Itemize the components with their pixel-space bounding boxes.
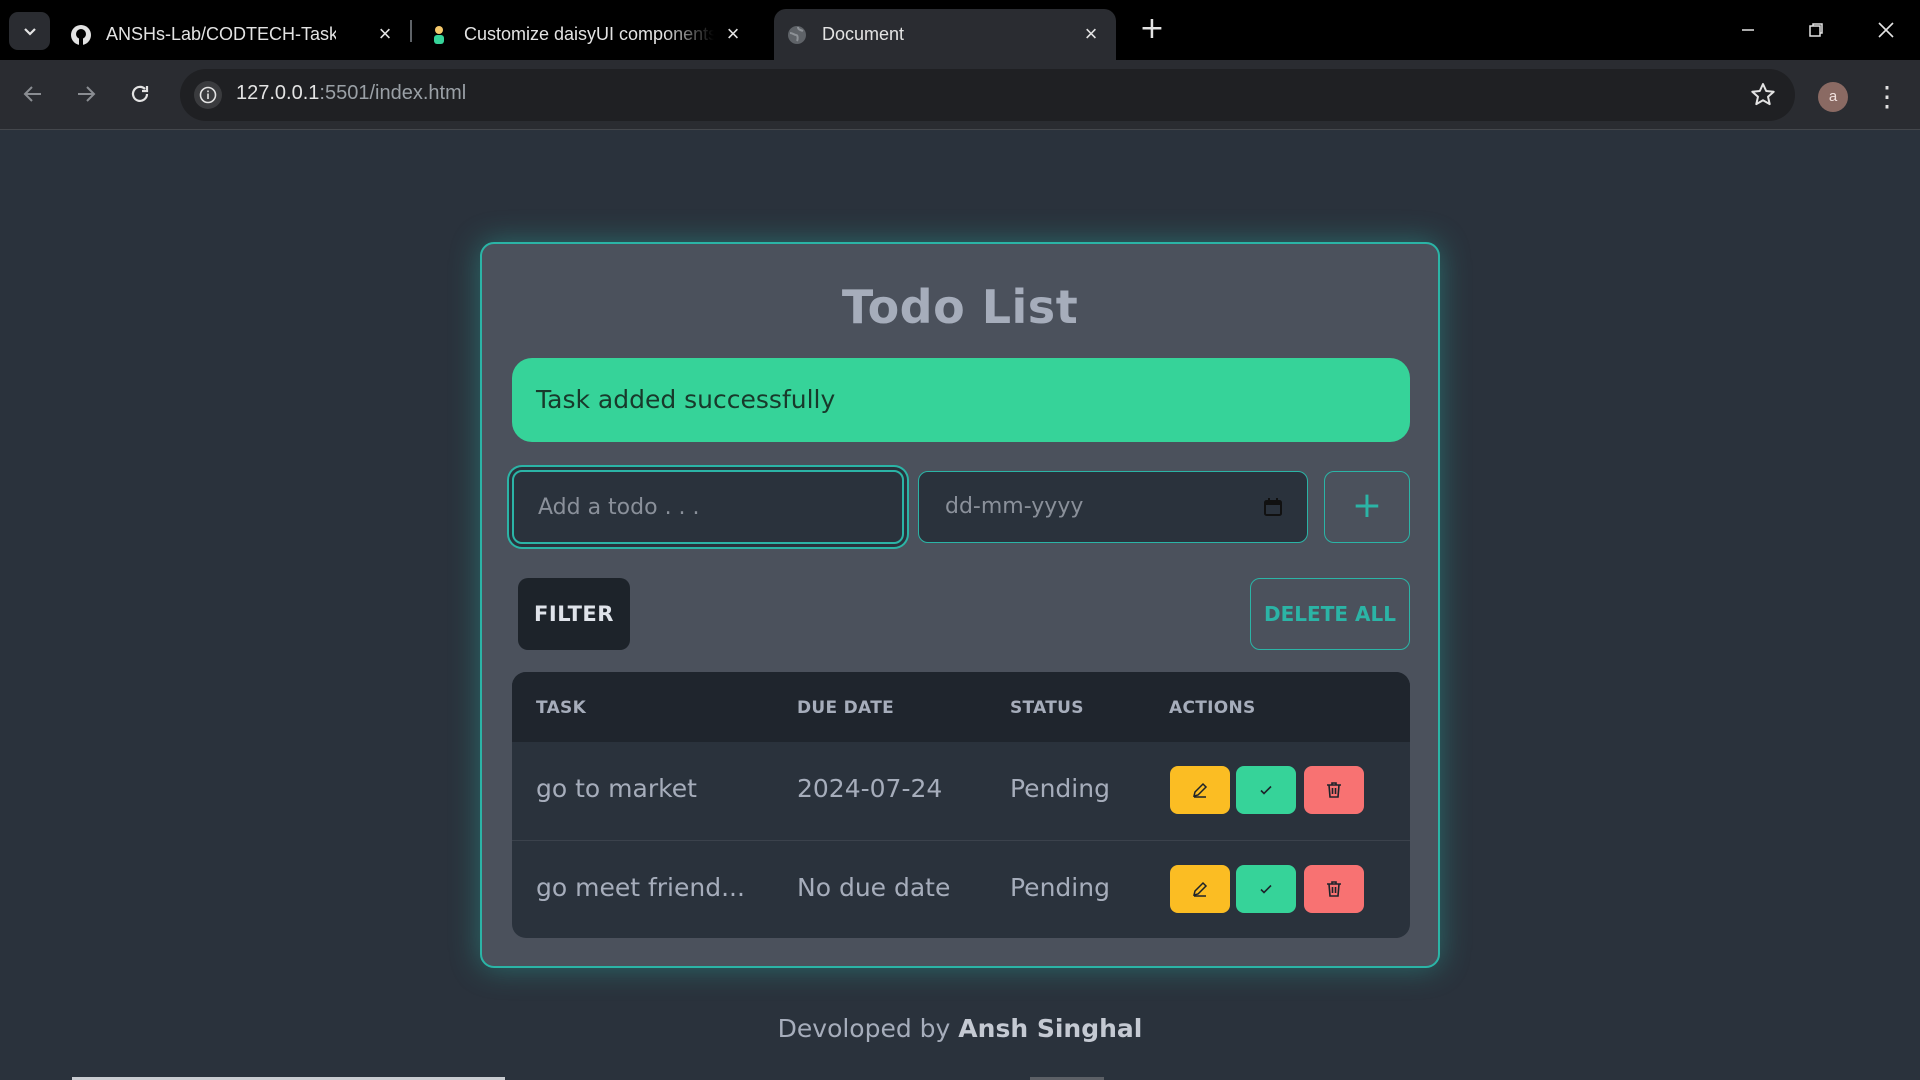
close-window-button[interactable]	[1866, 10, 1906, 50]
footer-prefix: Devoloped by	[777, 1014, 951, 1043]
status-cell: Pending	[1010, 873, 1110, 902]
close-icon	[1878, 22, 1894, 38]
browser-toolbar: 127.0.0.1:5501/index.html a ⋮	[0, 60, 1920, 130]
tab-search-button[interactable]	[9, 12, 50, 50]
browser-tab-daisyui[interactable]: Customize daisyUI components ×	[428, 9, 758, 60]
more-menu-icon[interactable]: ⋮	[1872, 80, 1902, 114]
edit-button[interactable]	[1170, 766, 1230, 814]
close-icon[interactable]: ×	[374, 23, 396, 45]
close-icon[interactable]: ×	[722, 23, 744, 45]
delete-button[interactable]	[1304, 766, 1364, 814]
address-bar[interactable]: 127.0.0.1:5501/index.html	[180, 69, 1795, 121]
table-header: TASK DUE DATE STATUS ACTIONS	[512, 672, 1410, 742]
check-icon	[1260, 884, 1272, 894]
page-title: Todo List	[841, 280, 1079, 334]
trash-icon	[1327, 881, 1341, 897]
todo-table: TASK DUE DATE STATUS ACTIONS go to marke…	[512, 672, 1410, 938]
url-text: 127.0.0.1:5501/index.html	[236, 82, 466, 105]
trash-icon	[1327, 782, 1341, 798]
add-todo-button[interactable]: +	[1324, 471, 1410, 543]
column-header-task: TASK	[536, 698, 587, 718]
delete-button[interactable]	[1304, 865, 1364, 913]
bookmark-star-icon[interactable]	[1749, 81, 1777, 109]
complete-button[interactable]	[1236, 865, 1296, 913]
task-cell: go to market	[536, 774, 697, 803]
reload-button[interactable]	[120, 74, 160, 114]
success-alert: Task added successfully	[512, 358, 1410, 442]
due-date-cell: No due date	[797, 873, 951, 902]
due-date-input[interactable]: dd-mm-yyyy	[918, 471, 1308, 543]
url-host: 127.0.0.1	[236, 82, 320, 104]
minimize-button[interactable]	[1728, 10, 1768, 50]
new-tab-button[interactable]: +	[1136, 13, 1168, 45]
table-row: go to market 2024-07-24 Pending	[512, 742, 1410, 840]
column-header-due-date: DUE DATE	[797, 698, 895, 718]
github-icon	[70, 24, 92, 46]
calendar-icon[interactable]	[1263, 497, 1283, 517]
minimize-icon	[1742, 29, 1754, 31]
browser-tab-document[interactable]: Document ×	[774, 9, 1116, 60]
globe-icon	[786, 24, 808, 46]
task-cell: go meet friend...	[536, 873, 745, 902]
tab-title: ANSHs-Lab/CODTECH-Task1	[106, 24, 336, 44]
reload-icon	[131, 85, 149, 102]
close-icon[interactable]: ×	[1080, 23, 1102, 45]
forward-button[interactable]	[66, 74, 106, 114]
tab-title: Customize daisyUI components	[464, 24, 714, 44]
filter-button[interactable]: FILTER	[518, 578, 630, 650]
profile-avatar[interactable]: a	[1818, 82, 1848, 112]
arrow-right-icon	[78, 86, 96, 102]
daisyui-icon	[428, 24, 450, 46]
edit-button[interactable]	[1170, 865, 1230, 913]
check-icon	[1260, 785, 1272, 795]
status-cell: Pending	[1010, 774, 1110, 803]
tab-separator	[410, 20, 412, 42]
due-date-cell: 2024-07-24	[797, 774, 943, 803]
back-button[interactable]	[13, 74, 53, 114]
pencil-icon	[1192, 881, 1208, 897]
table-row: go meet friend... No due date Pending	[512, 840, 1410, 938]
complete-button[interactable]	[1236, 766, 1296, 814]
url-path: :5501/index.html	[319, 82, 467, 104]
column-header-status: STATUS	[1010, 698, 1084, 718]
site-info-icon[interactable]	[194, 81, 222, 109]
browser-tab-github[interactable]: ANSHs-Lab/CODTECH-Task1 ×	[70, 9, 410, 60]
restore-button[interactable]	[1796, 10, 1836, 50]
todo-input[interactable]	[512, 470, 904, 544]
footer-credit: Devoloped by Ansh Singhal	[0, 1014, 1920, 1043]
pencil-icon	[1192, 782, 1208, 798]
todo-card: Todo List Task added successfully dd-mm-…	[480, 242, 1440, 968]
delete-all-button[interactable]: DELETE ALL	[1250, 578, 1410, 650]
author-name: Ansh Singhal	[958, 1014, 1143, 1043]
tab-title: Document	[822, 24, 905, 44]
browser-tab-bar: ANSHs-Lab/CODTECH-Task1 × Customize dais…	[0, 0, 1920, 60]
date-placeholder: dd-mm-yyyy	[945, 494, 1084, 519]
arrow-left-icon	[23, 86, 41, 102]
restore-icon	[1809, 23, 1823, 37]
chevron-down-icon	[23, 28, 36, 36]
column-header-actions: ACTIONS	[1169, 698, 1256, 718]
